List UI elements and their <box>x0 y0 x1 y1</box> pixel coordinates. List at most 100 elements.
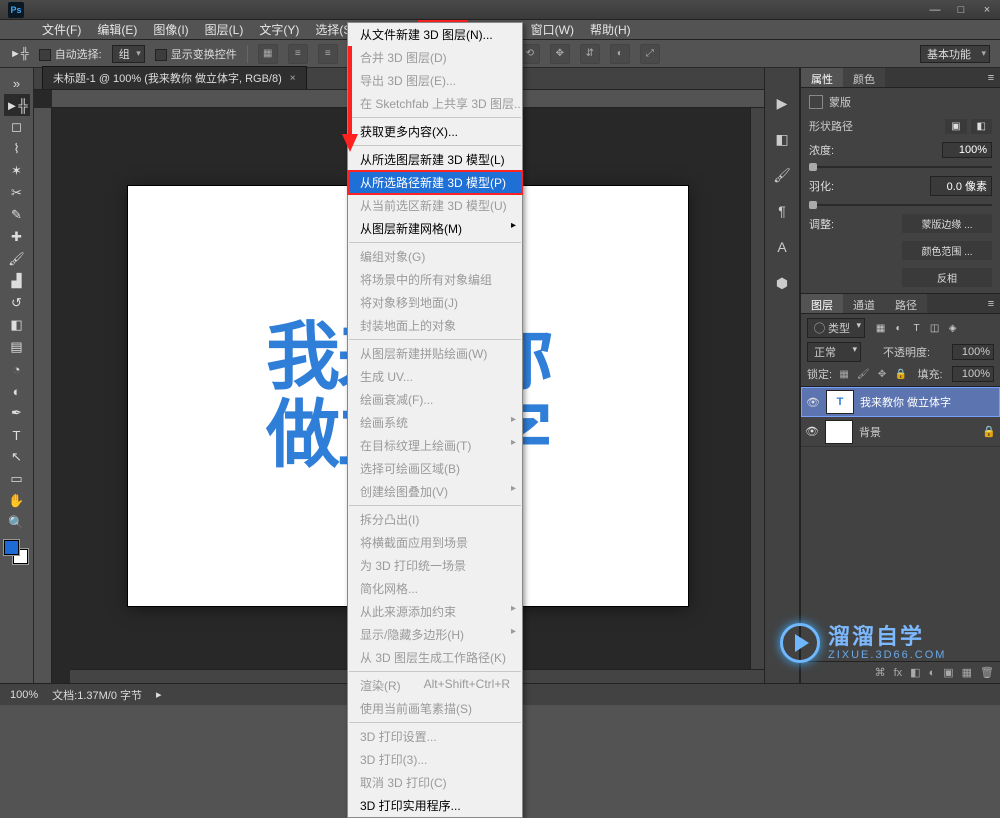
chevron-right-icon[interactable]: ▸ <box>156 688 162 701</box>
tool-collapse[interactable]: » <box>4 72 30 94</box>
zoom-tool[interactable]: 🔍 <box>4 512 30 534</box>
channels-tab[interactable]: 通道 <box>843 294 885 313</box>
feather-slider[interactable] <box>809 204 992 206</box>
visibility-icon[interactable]: 👁 <box>805 425 819 438</box>
blur-tool[interactable]: ◔ <box>4 358 30 380</box>
gradient-tool[interactable]: ▤ <box>4 336 30 358</box>
character-panel-icon[interactable]: A <box>771 236 793 258</box>
crop-tool[interactable]: ✂ <box>4 182 30 204</box>
3d-panel-icon[interactable]: ⬢ <box>771 272 793 294</box>
menu-item[interactable]: 从所选图层新建 3D 模型(L) <box>348 148 522 171</box>
document-tab[interactable]: 未标题-1 @ 100% (我来教你 做立体字, RGB/8) × <box>42 66 307 89</box>
align-icon[interactable]: ≡ <box>318 44 338 64</box>
panel-menu-icon[interactable]: ≡ <box>982 68 1000 87</box>
healing-tool[interactable]: ✚ <box>4 226 30 248</box>
3d-slide-icon[interactable]: ◐ <box>610 44 630 64</box>
fill-field[interactable]: 100% <box>952 366 994 382</box>
history-brush-tool[interactable]: ↺ <box>4 292 30 314</box>
lock-transparency-icon[interactable]: ▦ <box>837 367 851 381</box>
auto-select-checkbox[interactable] <box>39 49 51 61</box>
density-slider[interactable] <box>809 166 992 168</box>
marquee-tool[interactable]: ◻ <box>4 116 30 138</box>
layer-row[interactable]: 👁 背景 🔒 <box>801 417 1000 447</box>
close-button[interactable]: × <box>974 0 1000 19</box>
blend-mode-dropdown[interactable]: 正常 <box>807 342 861 362</box>
align-icon[interactable]: ▦ <box>258 44 278 64</box>
doc-info[interactable]: 文档:1.37M/0 字节 <box>52 687 142 703</box>
mask-edge-button[interactable]: 蒙版边缘 ... <box>902 214 992 233</box>
layer-thumbnail[interactable] <box>826 390 854 414</box>
pen-tool[interactable]: ✒ <box>4 402 30 424</box>
path-select-tool[interactable]: ↖ <box>4 446 30 468</box>
dodge-tool[interactable]: ◐ <box>4 380 30 402</box>
menu-item[interactable]: 从文件新建 3D 图层(N)... <box>348 23 522 46</box>
layers-tab[interactable]: 图层 <box>801 294 843 313</box>
menu-item[interactable]: 3D 打印实用程序... <box>348 794 522 817</box>
feather-field[interactable]: 0.0 像素 <box>930 176 992 196</box>
3d-dolly-icon[interactable]: ⇵ <box>580 44 600 64</box>
workspace-switcher[interactable]: 基本功能 <box>920 45 990 63</box>
move-tool[interactable]: ►╬ <box>4 94 30 116</box>
stamp-tool[interactable]: ▟ <box>4 270 30 292</box>
foreground-color[interactable] <box>4 540 19 555</box>
color-swatches[interactable] <box>4 540 28 564</box>
shape-tool[interactable]: ▭ <box>4 468 30 490</box>
menu-edit[interactable]: 编辑(E) <box>89 19 145 40</box>
menu-type[interactable]: 文字(Y) <box>251 19 307 40</box>
menu-file[interactable]: 文件(F) <box>34 19 89 40</box>
type-tool[interactable]: T <box>4 424 30 446</box>
color-range-button[interactable]: 颜色范围 ... <box>902 241 992 260</box>
menu-window[interactable]: 窗口(W) <box>523 19 582 40</box>
vertical-scrollbar[interactable] <box>750 108 764 669</box>
layer-name[interactable]: 背景 <box>859 424 976 440</box>
brush-tool[interactable]: 🖌 <box>4 248 30 270</box>
visibility-icon[interactable]: 👁 <box>806 396 820 409</box>
lock-all-icon[interactable]: 🔒 <box>894 367 908 381</box>
3d-pan-icon[interactable]: ✥ <box>550 44 570 64</box>
menu-item[interactable]: 从所选路径新建 3D 模型(P) <box>348 171 522 194</box>
hand-tool[interactable]: ✋ <box>4 490 30 512</box>
lasso-tool[interactable]: ⌇ <box>4 138 30 160</box>
maximize-button[interactable]: □ <box>948 0 974 19</box>
paragraph-panel-icon[interactable]: ¶ <box>771 200 793 222</box>
brushes-panel-icon[interactable]: 🖌 <box>771 164 793 186</box>
eraser-tool[interactable]: ◧ <box>4 314 30 336</box>
3d-scale-icon[interactable]: ⤢ <box>640 44 660 64</box>
quick-select-tool[interactable]: ✶ <box>4 160 30 182</box>
density-field[interactable]: 100% <box>942 142 992 158</box>
filter-pixel-icon[interactable]: ▦ <box>873 321 888 335</box>
panel-menu-icon[interactable]: ≡ <box>982 294 1000 313</box>
filter-smart-icon[interactable]: ◈ <box>945 321 960 335</box>
menu-help[interactable]: 帮助(H) <box>582 19 639 40</box>
lock-position-icon[interactable]: ✥ <box>875 367 889 381</box>
layer-name[interactable]: 我来教你 做立体字 <box>860 394 995 410</box>
lock-pixels-icon[interactable]: 🖌 <box>856 367 870 381</box>
filter-adjust-icon[interactable]: ◐ <box>891 321 906 335</box>
layer-row[interactable]: 👁 我来教你 做立体字 <box>801 387 1000 417</box>
layer-thumbnail[interactable] <box>825 420 853 444</box>
color-tab[interactable]: 颜色 <box>843 68 885 87</box>
menu-item[interactable]: 从图层新建网格(M) <box>348 217 522 240</box>
document-tab-close[interactable]: × <box>290 73 296 84</box>
menu-item[interactable]: 获取更多内容(X)... <box>348 120 522 143</box>
history-panel-icon[interactable]: ▶ <box>771 92 793 114</box>
layer-filter-kind[interactable]: ◯ 类型 <box>807 318 865 338</box>
menu-image[interactable]: 图像(I) <box>145 19 196 40</box>
auto-select-dropdown[interactable]: 组 <box>112 45 145 63</box>
invert-button[interactable]: 反相 <box>902 268 992 287</box>
minimize-button[interactable]: — <box>922 0 948 19</box>
mask-view-icon[interactable]: ▣ <box>945 119 966 134</box>
opacity-field[interactable]: 100% <box>952 344 994 360</box>
zoom-level[interactable]: 100% <box>10 689 38 701</box>
filter-shape-icon[interactable]: ◫ <box>927 321 942 335</box>
eyedropper-tool[interactable]: ✎ <box>4 204 30 226</box>
filter-type-icon[interactable]: T <box>909 321 924 335</box>
mask-view-icon[interactable]: ◧ <box>971 119 992 134</box>
swatches-panel-icon[interactable]: ◧ <box>771 128 793 150</box>
paths-tab[interactable]: 路径 <box>885 294 927 313</box>
properties-tab[interactable]: 属性 <box>801 68 843 87</box>
align-icon[interactable]: ≡ <box>288 44 308 64</box>
menu-layer[interactable]: 图层(L) <box>197 19 252 40</box>
delete-layer-icon[interactable]: 🗑 <box>980 666 994 679</box>
show-transform-checkbox[interactable] <box>155 49 167 61</box>
